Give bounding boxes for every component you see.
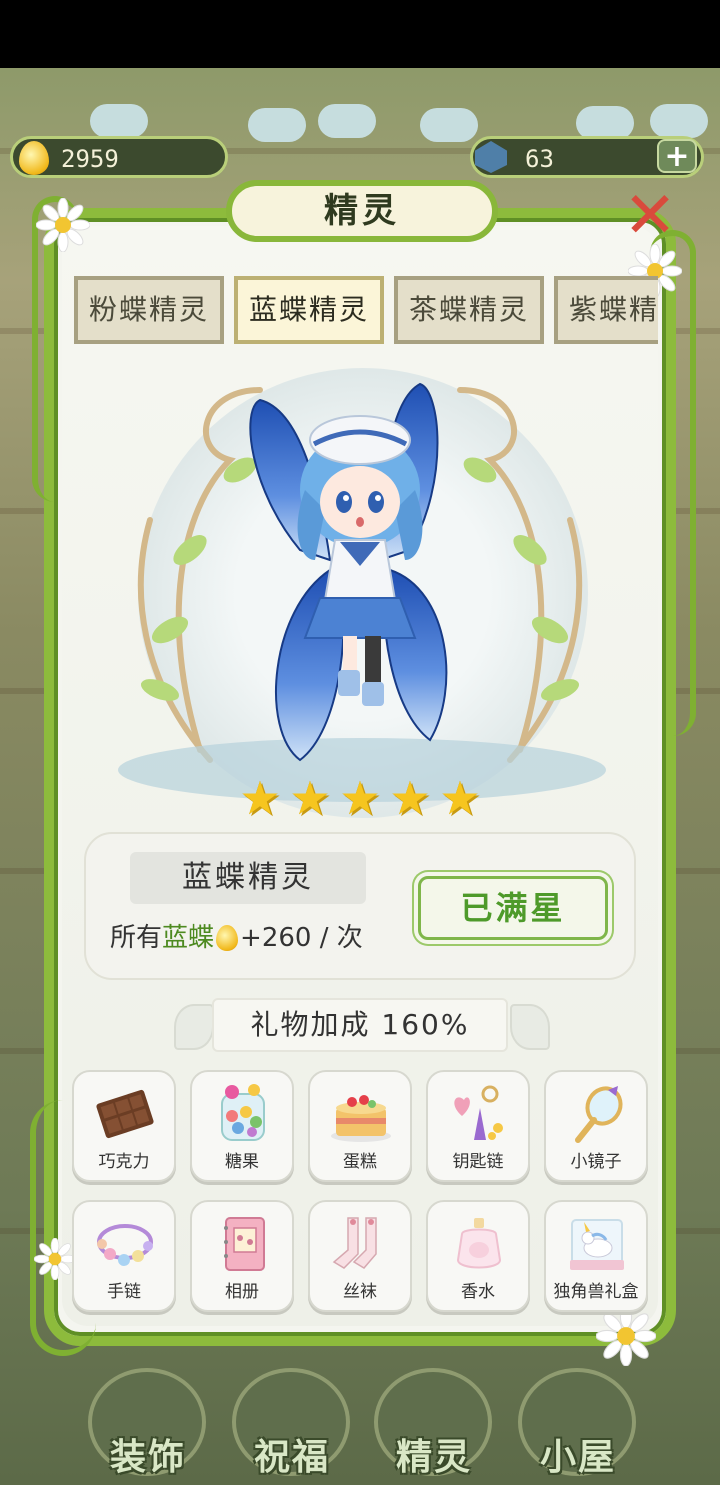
cloud-decoration xyxy=(248,108,306,142)
gift-item-album[interactable]: 相册 xyxy=(190,1200,294,1312)
fairy-name: 蓝蝶精灵 xyxy=(130,852,366,904)
photo-album-icon xyxy=(224,1217,265,1271)
gem-amount: 63 xyxy=(525,145,554,173)
gift-label: 蛋糕 xyxy=(343,1152,377,1172)
tab-blue-butterfly[interactable]: 蓝蝶精灵 xyxy=(234,276,384,344)
nav-fairy-label: 精灵 xyxy=(395,1437,472,1478)
daisy-icon xyxy=(596,1306,656,1366)
stockings-icon xyxy=(332,1217,377,1269)
gift-bonus-bar: 礼物加成 160% xyxy=(212,998,508,1052)
bonus-value: +260 xyxy=(240,923,312,953)
cloud-decoration xyxy=(576,106,634,140)
cloud-decoration xyxy=(420,108,478,142)
nav-blessing-label: 祝福 xyxy=(253,1437,330,1478)
gift-label: 手链 xyxy=(107,1282,141,1302)
gift-label: 巧克力 xyxy=(98,1152,150,1172)
coin-drop-icon xyxy=(19,141,49,175)
star-rating: ★ ★ ★ ★ ★ xyxy=(236,774,486,826)
daisy-icon xyxy=(34,1238,76,1280)
blue-butterfly-fairy-portrait xyxy=(249,382,448,762)
gift-item-cake[interactable]: 蛋糕 xyxy=(308,1070,412,1182)
wing-decoration xyxy=(174,1004,214,1050)
keychain-icon xyxy=(454,1085,503,1140)
gift-label: 香水 xyxy=(461,1282,495,1302)
coin-amount: 2959 xyxy=(61,145,119,173)
gift-item-unicorn-box[interactable]: 独角兽礼盒 xyxy=(544,1200,648,1312)
fairy-bonus-text: 所有蓝蝶 +260 / 次 xyxy=(110,918,363,958)
hand-mirror-icon xyxy=(575,1086,623,1143)
fairy-tabs: 粉蝶精灵 蓝蝶精灵 茶蝶精灵 紫蝶精灵 xyxy=(62,270,658,354)
candy-jar-icon xyxy=(221,1084,265,1141)
status-bar xyxy=(0,0,720,68)
gift-bonus-value: 160% xyxy=(381,1008,470,1041)
gift-item-stockings[interactable]: 丝袜 xyxy=(308,1200,412,1312)
gift-label: 钥匙链 xyxy=(452,1152,504,1172)
max-star-button[interactable]: 已满星 xyxy=(418,876,608,940)
cloud-decoration xyxy=(318,104,376,138)
gift-label: 糖果 xyxy=(225,1152,259,1172)
cloud-decoration xyxy=(90,104,148,138)
star-icon: ★ xyxy=(389,771,431,825)
gift-item-mirror[interactable]: 小镜子 xyxy=(544,1070,648,1182)
tab-pink-butterfly[interactable]: 粉蝶精灵 xyxy=(74,276,224,344)
star-icon: ★ xyxy=(439,771,481,825)
tab-purple-butterfly[interactable]: 紫蝶精灵 xyxy=(554,276,658,344)
star-icon: ★ xyxy=(339,771,381,825)
bonus-suffix: / 次 xyxy=(319,923,363,953)
gift-label: 独角兽礼盒 xyxy=(553,1282,639,1302)
perfume-icon xyxy=(456,1218,502,1269)
star-icon: ★ xyxy=(289,771,331,825)
add-gems-button[interactable]: + xyxy=(657,139,697,173)
gift-item-keychain[interactable]: 钥匙链 xyxy=(426,1070,530,1182)
tab-tea-butterfly[interactable]: 茶蝶精灵 xyxy=(394,276,544,344)
gift-item-chocolate[interactable]: 巧克力 xyxy=(72,1070,176,1182)
unicorn-giftbox-icon xyxy=(570,1219,624,1270)
nav-decor-label: 装饰 xyxy=(109,1437,186,1478)
gift-label: 丝袜 xyxy=(343,1282,377,1302)
gift-item-candy[interactable]: 糖果 xyxy=(190,1070,294,1182)
chocolate-icon xyxy=(96,1089,154,1139)
gift-label: 小镜子 xyxy=(570,1152,622,1172)
cake-icon xyxy=(331,1095,391,1142)
bonus-target: 蓝蝶 xyxy=(162,923,215,953)
nav-house-label: 小屋 xyxy=(539,1437,616,1478)
gift-label: 相册 xyxy=(225,1282,259,1302)
gift-item-perfume[interactable]: 香水 xyxy=(426,1200,530,1312)
bracelet-icon xyxy=(97,1224,153,1266)
coin-counter: 2959 xyxy=(10,136,228,178)
gift-item-bracelet[interactable]: 手链 xyxy=(72,1200,176,1312)
bonus-prefix: 所有 xyxy=(110,923,163,953)
gem-counter: 63 + xyxy=(470,136,704,178)
daisy-icon xyxy=(36,198,90,252)
cloud-decoration xyxy=(650,104,708,138)
dialog-title: 精灵 xyxy=(226,180,498,242)
close-icon[interactable]: ✕ xyxy=(618,184,682,250)
gem-icon xyxy=(475,141,507,173)
gift-bonus-label: 礼物加成 xyxy=(250,1008,371,1041)
coin-drop-icon xyxy=(216,925,239,951)
wing-decoration xyxy=(510,1004,550,1050)
star-icon: ★ xyxy=(239,771,281,825)
